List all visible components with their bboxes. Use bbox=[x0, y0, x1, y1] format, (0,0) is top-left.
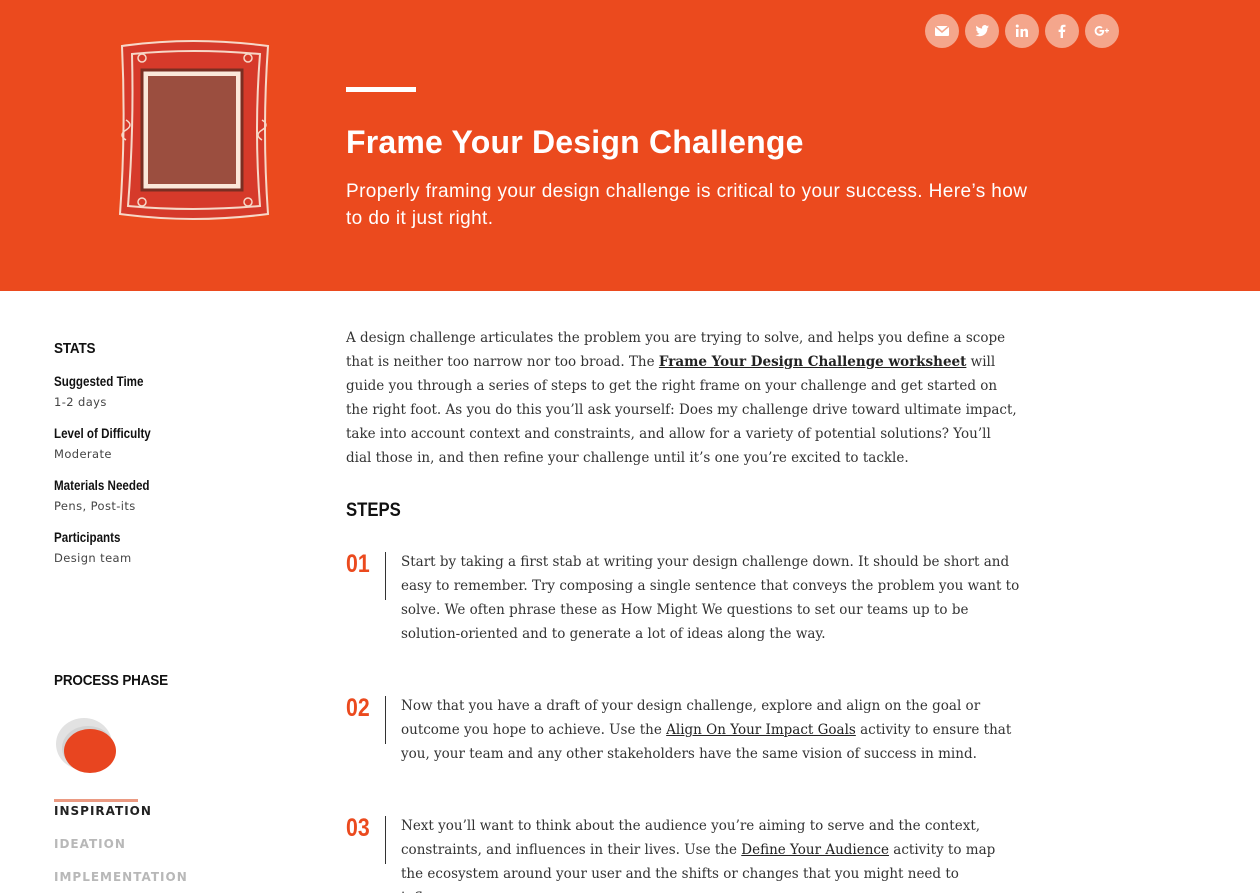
phase-implementation[interactable]: IMPLEMENTATION bbox=[54, 864, 188, 893]
stat-materials: Materials Needed Pens, Post-its bbox=[54, 478, 294, 513]
step-number: 02 bbox=[346, 694, 370, 722]
twitter-icon[interactable] bbox=[965, 14, 999, 48]
steps-heading: STEPS bbox=[346, 500, 401, 521]
stat-participants: Participants Design team bbox=[54, 530, 294, 565]
intro-text: will guide you through a series of steps… bbox=[346, 354, 1017, 466]
step-text: Start by taking a first stab at writing … bbox=[401, 550, 1021, 646]
process-phase-heading: PROCESS PHASE bbox=[54, 672, 168, 689]
stat-label: Level of Difficulty bbox=[54, 426, 151, 441]
phase-inspiration[interactable]: INSPIRATION bbox=[54, 798, 188, 831]
impact-goals-link[interactable]: Align On Your Impact Goals bbox=[666, 722, 856, 738]
stat-value: Design team bbox=[54, 551, 132, 565]
main-content: A design challenge articulates the probl… bbox=[346, 326, 1018, 522]
step-number: 03 bbox=[346, 814, 370, 842]
intro-paragraph: A design challenge articulates the probl… bbox=[346, 326, 1018, 470]
stat-value: 1-2 days bbox=[54, 395, 107, 409]
phase-ideation[interactable]: IDEATION bbox=[54, 831, 188, 864]
hero-accent-rule bbox=[346, 87, 416, 92]
define-audience-link[interactable]: Define Your Audience bbox=[741, 842, 889, 858]
sidebar: STATS Suggested Time 1-2 days Level of D… bbox=[54, 340, 294, 565]
linkedin-icon[interactable] bbox=[1005, 14, 1039, 48]
picture-frame-illustration bbox=[118, 40, 270, 220]
step-text: Next you’ll want to think about the audi… bbox=[401, 814, 1021, 893]
step-divider bbox=[385, 696, 386, 744]
stat-value: Pens, Post-its bbox=[54, 499, 136, 513]
step-number: 01 bbox=[346, 550, 370, 578]
email-icon[interactable] bbox=[925, 14, 959, 48]
process-phase-nav: INSPIRATION IDEATION IMPLEMENTATION bbox=[54, 798, 188, 893]
google-plus-icon[interactable] bbox=[1085, 14, 1119, 48]
stat-label: Participants bbox=[54, 530, 121, 545]
step-divider bbox=[385, 816, 386, 864]
step-text-body: Start by taking a first stab at writing … bbox=[401, 554, 1020, 642]
page-subtitle: Properly framing your design challenge i… bbox=[346, 181, 1028, 229]
facebook-icon[interactable] bbox=[1045, 14, 1079, 48]
stats-heading: STATS bbox=[54, 340, 96, 357]
step-divider bbox=[385, 552, 386, 600]
hero-banner: Frame Your Design Challenge Properly fra… bbox=[0, 0, 1260, 291]
stat-suggested-time: Suggested Time 1-2 days bbox=[54, 374, 294, 409]
step-text: Now that you have a draft of your design… bbox=[401, 694, 1021, 766]
worksheet-link[interactable]: Frame Your Design Challenge worksheet bbox=[659, 354, 966, 370]
page-title: Frame Your Design Challenge bbox=[346, 124, 804, 160]
stat-difficulty: Level of Difficulty Moderate bbox=[54, 426, 294, 461]
stat-value: Moderate bbox=[54, 447, 112, 461]
process-phase-diagram bbox=[56, 718, 116, 773]
stat-label: Suggested Time bbox=[54, 374, 144, 389]
social-share-bar bbox=[925, 14, 1119, 48]
stat-label: Materials Needed bbox=[54, 478, 150, 493]
